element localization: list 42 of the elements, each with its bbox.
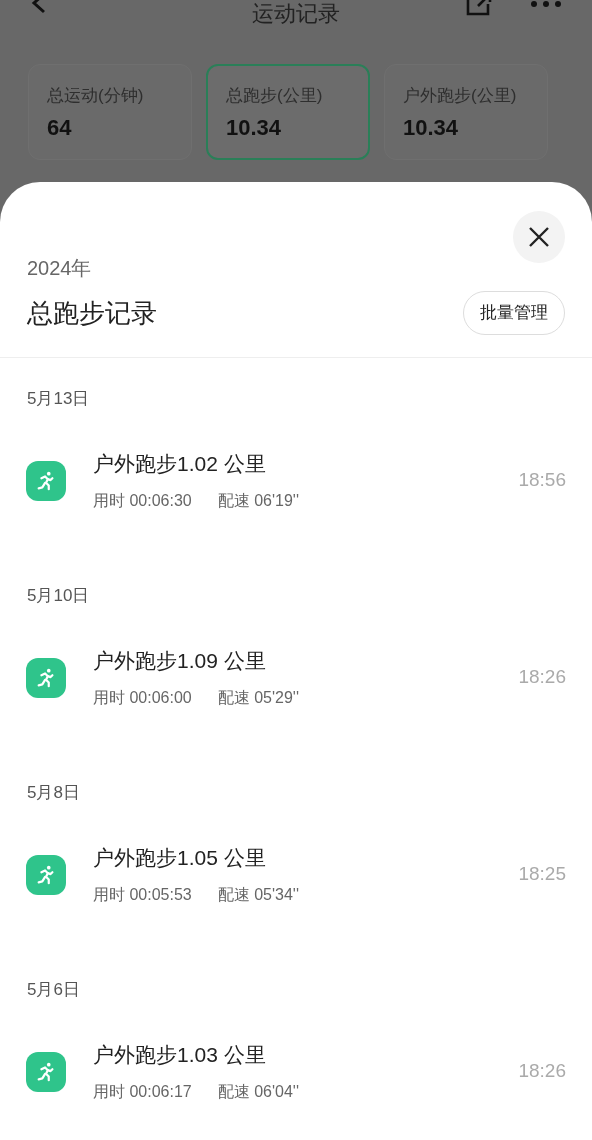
stat-label: 总运动(分钟) — [47, 85, 145, 107]
date-header: 5月6日 — [26, 979, 81, 1001]
record-title: 户外跑步1.09 公里 — [93, 647, 267, 674]
year-label: 2024年 — [26, 256, 93, 281]
run-record-row[interactable]: 户外跑步1.05 公里 用时 00:05:53 配速 05'34'' 18:25 — [0, 830, 592, 949]
page-title: 运动记录 — [251, 1, 341, 27]
stat-label: 总跑步(公里) — [226, 85, 324, 107]
record-pace: 配速 06'19'' — [217, 491, 299, 512]
date-header: 5月13日 — [26, 388, 91, 410]
close-icon — [528, 226, 550, 248]
date-header: 5月8日 — [26, 782, 81, 804]
stat-value: 10.34 — [226, 113, 283, 142]
stat-value: 64 — [47, 113, 73, 142]
record-time: 18:25 — [518, 862, 566, 887]
record-title: 户外跑步1.05 公里 — [93, 844, 267, 871]
record-pace: 配速 06'04'' — [217, 1082, 299, 1103]
record-title: 户外跑步1.02 公里 — [93, 450, 267, 477]
running-icon — [26, 657, 66, 698]
record-duration: 用时 00:06:30 — [93, 491, 192, 512]
record-duration: 用时 00:06:17 — [93, 1082, 192, 1103]
stat-value: 10.34 — [403, 113, 460, 142]
edit-icon[interactable] — [466, 0, 492, 18]
record-duration: 用时 00:05:53 — [93, 885, 192, 906]
close-button[interactable] — [513, 211, 565, 263]
record-duration: 用时 00:06:00 — [93, 688, 192, 709]
record-time: 18:26 — [518, 1059, 566, 1084]
record-pace: 配速 05'34'' — [217, 885, 299, 906]
more-icon[interactable] — [530, 0, 562, 8]
stat-card[interactable]: 总跑步(公里) 10.34 — [206, 64, 370, 160]
date-header: 5月10日 — [26, 585, 91, 607]
stat-label: 户外跑步(公里) — [403, 85, 518, 107]
record-time: 18:26 — [518, 665, 566, 690]
run-record-row[interactable]: 户外跑步1.02 公里 用时 00:06:30 配速 06'19'' 18:56 — [0, 436, 592, 555]
record-pace: 配速 05'29'' — [217, 688, 299, 709]
record-title: 户外跑步1.03 公里 — [93, 1041, 267, 1068]
running-icon — [26, 460, 66, 501]
sheet-title: 总跑步记录 — [27, 296, 157, 330]
run-record-row[interactable]: 户外跑步1.09 公里 用时 00:06:00 配速 05'29'' 18:26 — [0, 633, 592, 752]
running-icon — [26, 854, 66, 895]
run-record-row[interactable]: 户外跑步1.03 公里 用时 00:06:17 配速 06'04'' 18:26 — [0, 1027, 592, 1140]
running-icon — [26, 1051, 66, 1092]
record-time: 18:56 — [518, 468, 566, 493]
